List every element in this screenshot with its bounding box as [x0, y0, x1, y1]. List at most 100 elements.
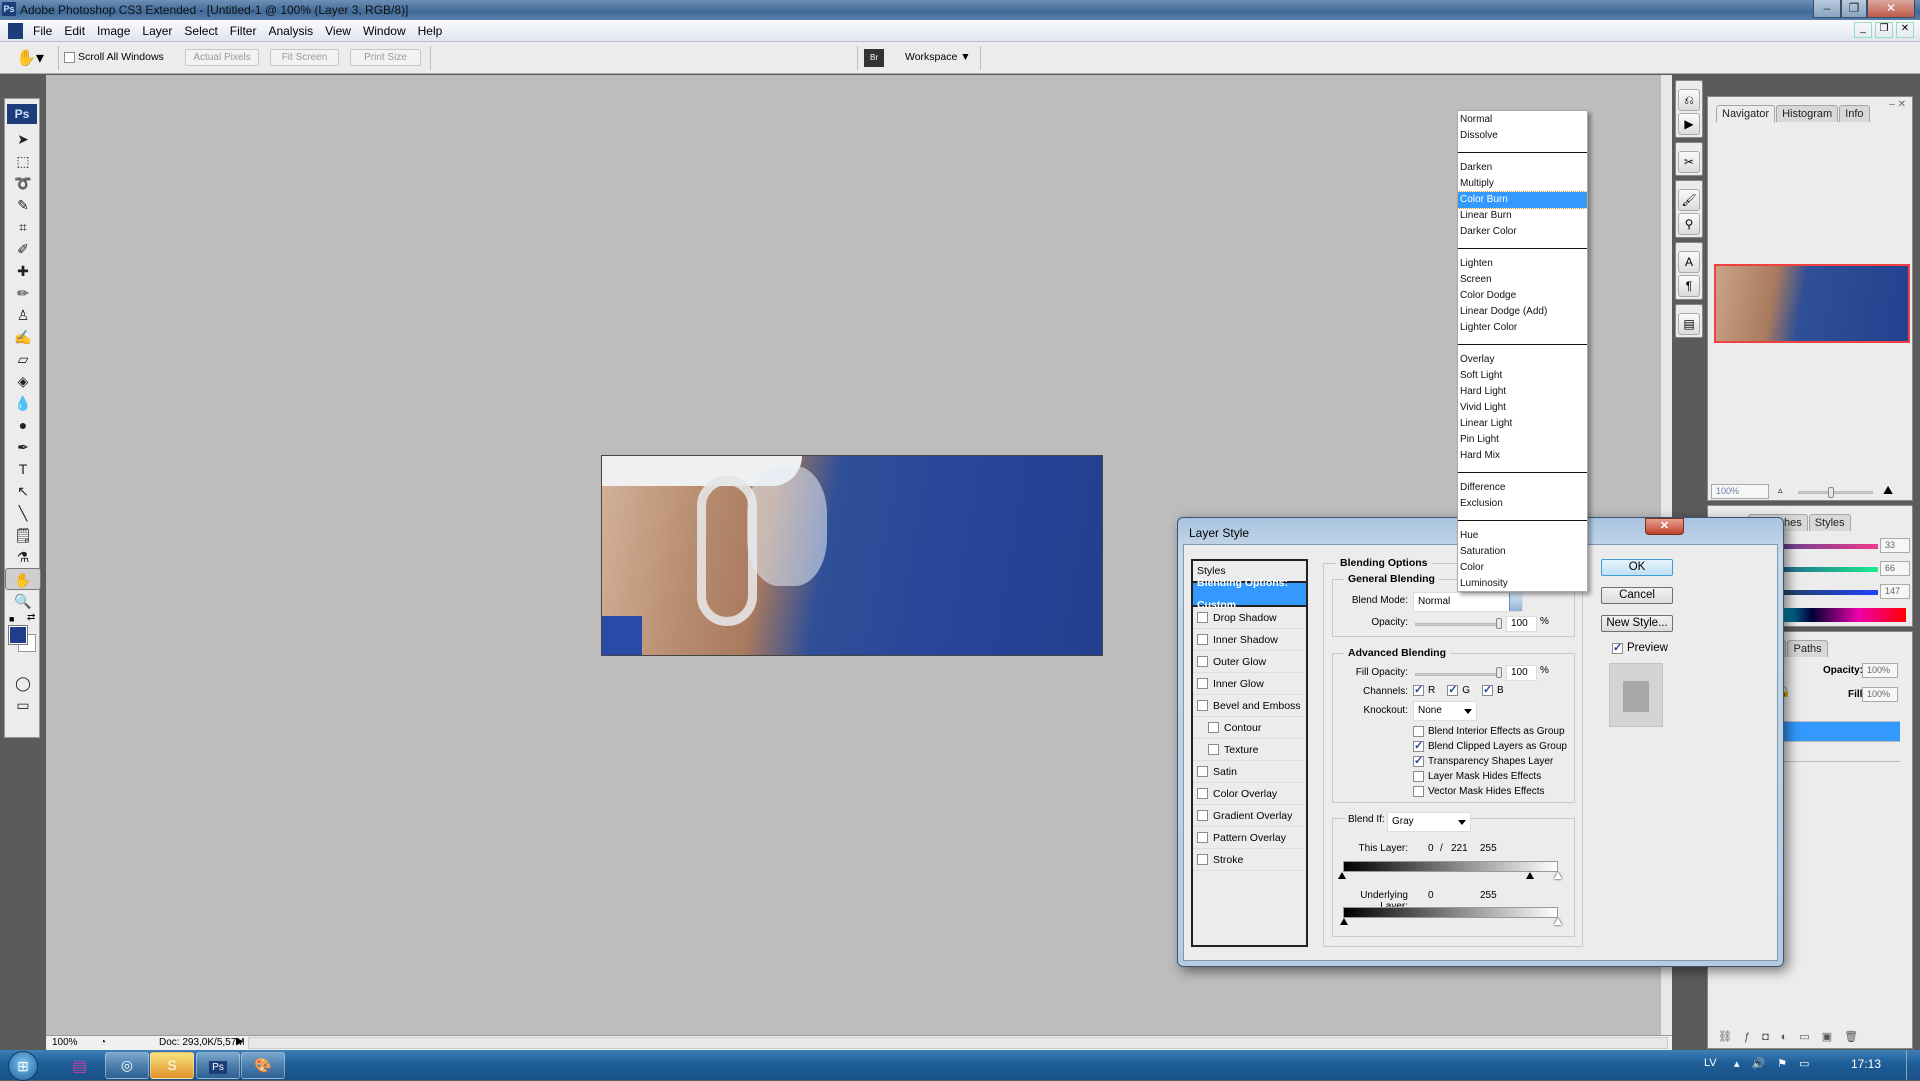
print-size-button[interactable]: Print Size — [350, 49, 421, 66]
this-layer-white-slider[interactable] — [1554, 872, 1562, 879]
checkbox[interactable] — [1447, 683, 1459, 696]
style-item[interactable]: Inner Shadow — [1193, 629, 1306, 651]
zoom-out-icon[interactable]: ▵ — [1778, 485, 1783, 496]
blend-mode-option[interactable]: Color Dodge — [1458, 288, 1587, 304]
fit-screen-button[interactable]: Fit Screen — [270, 49, 339, 66]
tool-presets-icon[interactable]: ✂ — [1678, 151, 1700, 173]
layers-footer-icons[interactable]: ⛓ƒ◘◐▭▣🗑 — [1718, 1030, 1870, 1043]
underlying-white-slider[interactable] — [1554, 918, 1562, 925]
style-item[interactable]: Gradient Overlay — [1193, 805, 1306, 827]
fill-opacity-slider[interactable] — [1415, 673, 1501, 676]
screen-mode-icon[interactable]: ▭ — [5, 694, 41, 716]
blend-mode-option[interactable]: Darken — [1458, 160, 1587, 176]
hand-tool-icon[interactable]: ✋ — [5, 568, 41, 590]
clone-stamp-tool-icon[interactable]: ♙ — [5, 304, 41, 326]
checkbox[interactable] — [64, 51, 75, 63]
style-item[interactable]: Pattern Overlay — [1193, 827, 1306, 849]
winrar-icon[interactable]: ▤ — [72, 1056, 87, 1076]
blend-mode-option[interactable]: Hue — [1458, 528, 1587, 544]
advanced-option-checkbox[interactable]: Transparency Shapes Layer — [1413, 754, 1553, 767]
fill-opacity-slider-knob[interactable] — [1496, 667, 1502, 678]
layer-opacity[interactable]: 100% — [1862, 663, 1898, 678]
checkbox[interactable] — [1413, 726, 1424, 737]
path-selection-tool-icon[interactable]: ↖ — [5, 480, 41, 502]
checkbox[interactable] — [1197, 788, 1208, 799]
advanced-option-checkbox[interactable]: Layer Mask Hides Effects — [1413, 771, 1541, 782]
blend-mode-option[interactable]: Dissolve — [1458, 128, 1587, 144]
lasso-tool-icon[interactable]: ➰ — [5, 172, 41, 194]
zoom-slider-knob[interactable] — [1828, 487, 1834, 498]
crop-tool-icon[interactable]: ⌗ — [5, 216, 41, 238]
document-image[interactable] — [601, 455, 1103, 656]
blend-mode-option[interactable]: Hard Light — [1458, 384, 1587, 400]
style-item[interactable]: Contour — [1193, 717, 1306, 739]
blend-mode-option[interactable]: Difference — [1458, 480, 1587, 496]
taskbar-skype[interactable]: S — [150, 1052, 194, 1079]
checkbox[interactable] — [1197, 854, 1208, 865]
blend-mode-option[interactable]: Saturation — [1458, 544, 1587, 560]
history-icon[interactable]: ⎌ — [1678, 89, 1700, 111]
layer-fill[interactable]: 100% — [1862, 687, 1898, 702]
type-tool-icon[interactable]: T — [5, 458, 41, 480]
advanced-option-checkbox[interactable]: Blend Interior Effects as Group — [1413, 726, 1565, 737]
navigator-thumbnail[interactable] — [1714, 264, 1910, 343]
paragraph-icon[interactable]: ¶ — [1678, 275, 1700, 297]
pen-tool-icon[interactable]: ✒ — [5, 436, 41, 458]
eraser-tool-icon[interactable]: ▱ — [5, 348, 41, 370]
checkbox[interactable] — [1612, 641, 1623, 654]
clone-source-icon[interactable]: ⚲ — [1678, 213, 1700, 235]
doc-restore-button[interactable]: ❐ — [1875, 22, 1893, 38]
blend-mode-option[interactable]: Overlay — [1458, 352, 1587, 368]
style-item[interactable]: Inner Glow — [1193, 673, 1306, 695]
brushes-icon[interactable]: 🖌 — [1678, 189, 1700, 211]
taskbar-chrome[interactable]: ◎ — [105, 1052, 149, 1079]
checkbox[interactable] — [1197, 766, 1208, 777]
layer-comps-icon[interactable]: ▤ — [1678, 313, 1700, 335]
menu-edit[interactable]: Edit — [59, 24, 90, 38]
brush-tool-icon[interactable]: ✏ — [5, 282, 41, 304]
blend-mode-select[interactable]: Normal — [1413, 592, 1523, 612]
blur-tool-icon[interactable]: 💧 — [5, 392, 41, 414]
line-tool-icon[interactable]: ╲ — [5, 502, 41, 524]
opacity-slider[interactable] — [1415, 623, 1501, 626]
panel-menu-icon[interactable]: – ✕ — [1889, 99, 1906, 110]
blend-mode-option[interactable]: Pin Light — [1458, 432, 1587, 448]
healing-brush-tool-icon[interactable]: ✚ — [5, 260, 41, 282]
dropdown-arrow-icon[interactable] — [1509, 593, 1522, 611]
style-item[interactable]: Color Overlay — [1193, 783, 1306, 805]
style-item[interactable]: Blending Options: Custom — [1193, 577, 1306, 611]
channel-r-checkbox[interactable]: R — [1413, 683, 1435, 696]
tray-icons[interactable]: ▴🔊⚑▭ — [1734, 1057, 1821, 1070]
checkbox[interactable] — [1413, 739, 1424, 752]
blend-mode-option[interactable]: Color Burn — [1457, 191, 1588, 209]
checkbox[interactable] — [1208, 744, 1219, 755]
blend-mode-option[interactable]: Hard Mix — [1458, 448, 1587, 464]
checkbox[interactable] — [1197, 678, 1208, 689]
tab-paths[interactable]: Paths — [1787, 640, 1828, 657]
blend-mode-option[interactable]: Soft Light — [1458, 368, 1587, 384]
dialog-close-button[interactable]: ✕ — [1645, 518, 1684, 535]
blend-mode-option[interactable]: Screen — [1458, 272, 1587, 288]
preview-checkbox[interactable]: Preview — [1612, 641, 1668, 654]
blend-mode-option[interactable]: Vivid Light — [1458, 400, 1587, 416]
hand-tool-preset-icon[interactable]: ✋▾ — [16, 48, 44, 68]
tab-navigator[interactable]: Navigator — [1716, 105, 1776, 122]
style-item[interactable]: Bevel and Emboss — [1193, 695, 1306, 717]
this-layer-mid-slider[interactable] — [1526, 872, 1534, 879]
blend-mode-option[interactable]: Luminosity — [1458, 576, 1587, 592]
tab-info[interactable]: Info — [1839, 105, 1870, 122]
new-style-button[interactable]: New Style... — [1601, 615, 1673, 632]
style-item[interactable]: Satin — [1193, 761, 1306, 783]
workspace-menu[interactable]: Workspace ▼ — [905, 51, 971, 63]
blend-mode-option[interactable]: Normal — [1458, 112, 1587, 128]
checkbox[interactable] — [1413, 786, 1424, 797]
red-value[interactable]: 33 — [1880, 538, 1910, 553]
blend-mode-option[interactable]: Exclusion — [1458, 496, 1587, 512]
channel-b-checkbox[interactable]: B — [1482, 683, 1504, 696]
marquee-tool-icon[interactable]: ⬚ — [5, 150, 41, 172]
menu-file[interactable]: File — [28, 24, 57, 38]
blend-if-select[interactable]: Gray — [1387, 812, 1471, 832]
checkbox[interactable] — [1197, 634, 1208, 645]
taskbar-photoshop[interactable]: Ps — [196, 1052, 240, 1079]
style-item[interactable]: Texture — [1193, 739, 1306, 761]
